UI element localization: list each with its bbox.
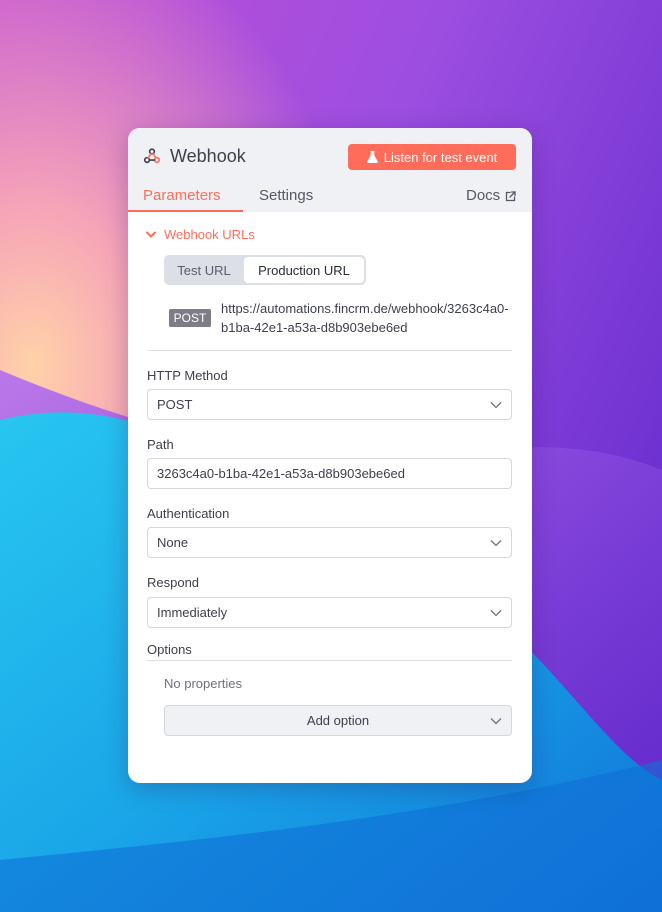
http-method-select[interactable]: POST — [147, 389, 512, 420]
http-method-value: POST — [157, 397, 193, 412]
webhook-url[interactable]: https://automations.fincrm.de/webhook/32… — [221, 299, 511, 337]
path-label: Path — [147, 437, 174, 452]
authentication-value: None — [157, 535, 189, 550]
no-properties-text: No properties — [164, 676, 243, 691]
chevron-down-icon — [146, 231, 156, 238]
options-label: Options — [147, 642, 192, 657]
chevron-down-icon — [490, 610, 502, 617]
authentication-label: Authentication — [147, 506, 230, 521]
respond-label: Respond — [147, 575, 200, 590]
add-option-button[interactable]: Add option — [164, 705, 512, 736]
external-link-icon — [506, 190, 516, 201]
chevron-down-icon — [490, 540, 502, 547]
docs-label: Docs — [466, 187, 501, 204]
listen-for-test-event-button[interactable]: Listen for test event — [348, 144, 516, 170]
http-method-label: HTTP Method — [147, 368, 228, 383]
divider — [147, 660, 512, 661]
path-input[interactable]: 3263c4a0-b1ba-42e1-a53a-d8b903ebe6ed — [147, 458, 512, 489]
divider — [147, 350, 512, 351]
path-value: 3263c4a0-b1ba-42e1-a53a-d8b903ebe6ed — [157, 466, 405, 481]
webhook-urls-label: Webhook URLs — [164, 227, 255, 242]
listen-button-label: Listen for test event — [383, 149, 498, 165]
add-option-label: Add option — [306, 713, 370, 728]
tab-parameters[interactable]: Parameters — [143, 187, 221, 205]
tab-settings[interactable]: Settings — [259, 187, 313, 205]
webhook-node-panel: Webhook Listen for test event Parameters… — [128, 128, 532, 783]
tab-docs[interactable]: Docs — [466, 187, 516, 205]
respond-select[interactable]: Immediately — [147, 597, 512, 628]
test-url-option[interactable]: Test URL — [164, 255, 244, 285]
url-type-toggle: Test URL Production URL — [164, 255, 366, 285]
webhook-urls-toggle[interactable]: Webhook URLs — [146, 227, 255, 242]
webhook-icon — [143, 148, 161, 164]
node-title: Webhook — [170, 146, 246, 166]
active-tab-indicator — [128, 210, 243, 212]
production-url-option[interactable]: Production URL — [244, 257, 364, 283]
flask-icon — [366, 151, 378, 163]
authentication-select[interactable]: None — [147, 527, 512, 558]
respond-value: Immediately — [157, 605, 228, 620]
chevron-down-icon — [490, 402, 502, 409]
panel-header: Webhook Listen for test event Parameters… — [128, 128, 532, 212]
method-badge: POST — [169, 309, 211, 327]
chevron-down-icon — [490, 718, 502, 725]
